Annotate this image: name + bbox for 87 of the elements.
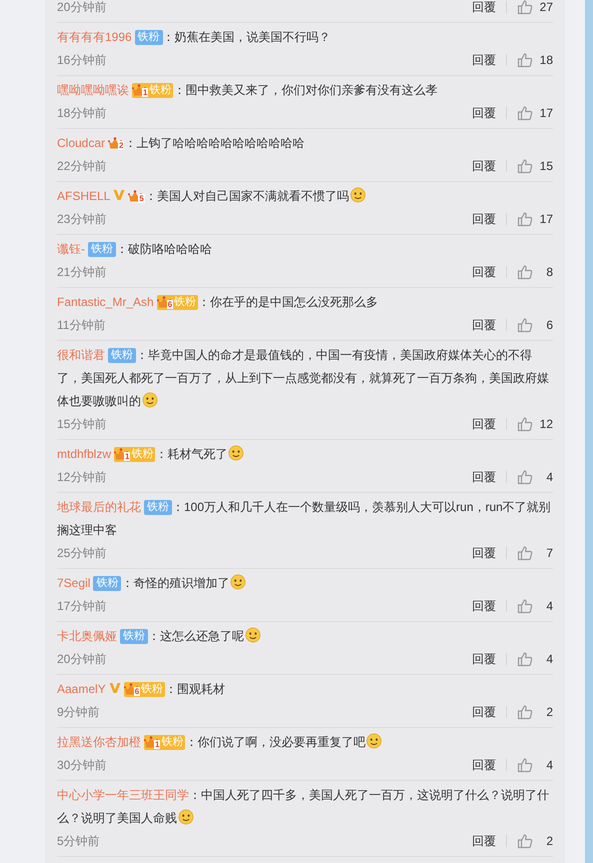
fan-badge: 铁粉 [88, 242, 116, 257]
comment-text: 中心小学一年三班王同学：中国人死了四千多，美国人死了一百万，这说明了什么？说明了什么？说明了美国人命贱 [57, 787, 550, 827]
level-number: 1 [142, 88, 148, 96]
comment-text: 谶钰- 铁粉 ：破防咯哈哈哈哈 [57, 241, 213, 259]
fan-badge: 铁粉 [120, 629, 148, 644]
thumbs-up-icon[interactable] [517, 158, 533, 174]
thumbs-up-icon[interactable] [517, 704, 533, 720]
comment-time: 16分钟前 [57, 52, 108, 69]
verified-icon [108, 682, 121, 694]
comment-text: 卡北奥佩娅 铁粉 ：这怎么还急了呢 [57, 625, 553, 648]
thumbs-up-icon[interactable] [517, 264, 533, 280]
thumbs-up-icon[interactable] [517, 469, 533, 485]
like-count: 4 [545, 598, 553, 615]
thumbs-up-icon[interactable] [517, 52, 533, 68]
reply-link[interactable]: 回覆 [472, 597, 496, 615]
like-count: 4 [545, 469, 553, 486]
like-count: 27 [539, 0, 553, 16]
reply-link[interactable]: 回覆 [472, 0, 496, 16]
comment-time: 12分钟前 [57, 469, 108, 486]
comment-text: Cloudcar 2：上钩了哈哈哈哈哈哈哈哈哈哈哈 [57, 135, 306, 152]
like-count: 15 [539, 158, 553, 175]
like-count: 6 [545, 317, 553, 334]
comment-time: 23分钟前 [57, 211, 108, 228]
thumbs-up-icon[interactable] [517, 317, 533, 333]
like-count: 4 [545, 651, 553, 668]
fan-badge: 铁粉 [108, 348, 136, 363]
reply-link[interactable]: 回覆 [472, 263, 496, 281]
comment-time: 25分钟前 [57, 545, 108, 562]
comment-time: 5分钟前 [57, 833, 101, 850]
fan-label: 铁粉 [174, 294, 196, 310]
fan-badge: 铁粉 [93, 576, 122, 591]
level-number: 1 [154, 740, 160, 748]
comment-text: 7Segil 铁粉 ：奇怪的殖识增加了 [57, 572, 553, 595]
thumbs-up-icon[interactable] [517, 545, 533, 561]
comment-time: 18分钟前 [57, 105, 108, 122]
thumbs-up-icon[interactable] [517, 833, 533, 849]
level-number: 5 [138, 194, 145, 202]
comment-text: 有有有有1996 铁粉 ：奶蕉在美国，说美国不行吗？ [57, 29, 332, 47]
level-number: 1 [124, 452, 130, 460]
reply-link[interactable]: 回覆 [472, 650, 496, 668]
level-number: 2 [118, 140, 124, 150]
thumbs-up-icon[interactable] [517, 211, 533, 227]
thumbs-up-icon[interactable] [517, 0, 533, 15]
thumbs-up-icon[interactable] [517, 757, 533, 773]
like-count: 17 [539, 211, 553, 228]
reply-link[interactable]: 回覆 [472, 832, 496, 850]
fan-badge: 铁粉 [144, 500, 172, 515]
like-count: 2 [545, 833, 553, 850]
thumbs-up-icon[interactable] [517, 651, 533, 667]
fan-label: 铁粉 [149, 82, 172, 98]
comment-time: 15分钟前 [57, 416, 108, 433]
comment-time: 20分钟前 [57, 651, 108, 668]
fan-label: 铁粉 [161, 734, 184, 750]
thumbs-up-icon[interactable] [517, 105, 533, 121]
reply-link[interactable]: 回覆 [472, 210, 496, 228]
like-count: 17 [539, 105, 553, 122]
like-count: 12 [539, 416, 553, 433]
reply-link[interactable]: 回覆 [472, 316, 496, 334]
reply-link[interactable]: 回覆 [472, 544, 496, 562]
like-count: 7 [545, 545, 553, 562]
fan-label: 铁粉 [131, 446, 154, 462]
reply-link[interactable]: 回覆 [472, 703, 496, 721]
fan-label: 铁粉 [141, 682, 164, 696]
reply-link[interactable]: 回覆 [472, 756, 496, 774]
like-count: 4 [545, 757, 553, 774]
comment-time: 30分钟前 [57, 757, 108, 774]
comment-text: 地球最后的礼花 铁粉 ：100万人和几千人在一个数量级吗，羡慕别人大可以run，run不了就别搁这理中客 [57, 499, 552, 539]
reply-link[interactable]: 回覆 [472, 104, 496, 122]
fan-badge: 铁粉 [134, 30, 163, 45]
thumbs-up-icon[interactable] [517, 416, 533, 432]
reply-link[interactable]: 回覆 [472, 51, 496, 69]
comment-time: 17分钟前 [57, 598, 108, 615]
comment-text: AFSHELL 5：美国人对自己国家不满就看不惯了吗 [57, 185, 553, 208]
comment-time: 22分钟前 [57, 158, 108, 175]
comment-time: 9分钟前 [57, 704, 101, 721]
thumbs-up-icon[interactable] [517, 598, 533, 614]
like-count: 8 [545, 264, 553, 281]
like-count: 18 [539, 52, 553, 69]
reply-link[interactable]: 回覆 [472, 415, 496, 433]
comment-time: 21分钟前 [57, 264, 108, 281]
reply-link[interactable]: 回覆 [472, 468, 496, 486]
verified-icon [113, 189, 126, 201]
comment-text: 很和谐君 铁粉 ：毕竟中国人的命才是最值钱的，中国一有疫情，美国政府媒体关心的不得了，美国死人都死了一百万了，从上到下一点感觉都没有，就算死了一百万条狗，美国政府媒体也要嗷嗷叫的 [57, 347, 550, 410]
comment-time: 20分钟前 [57, 0, 108, 16]
reply-link[interactable]: 回覆 [472, 157, 496, 175]
comment-time: 11分钟前 [57, 317, 106, 334]
like-count: 2 [545, 704, 553, 721]
